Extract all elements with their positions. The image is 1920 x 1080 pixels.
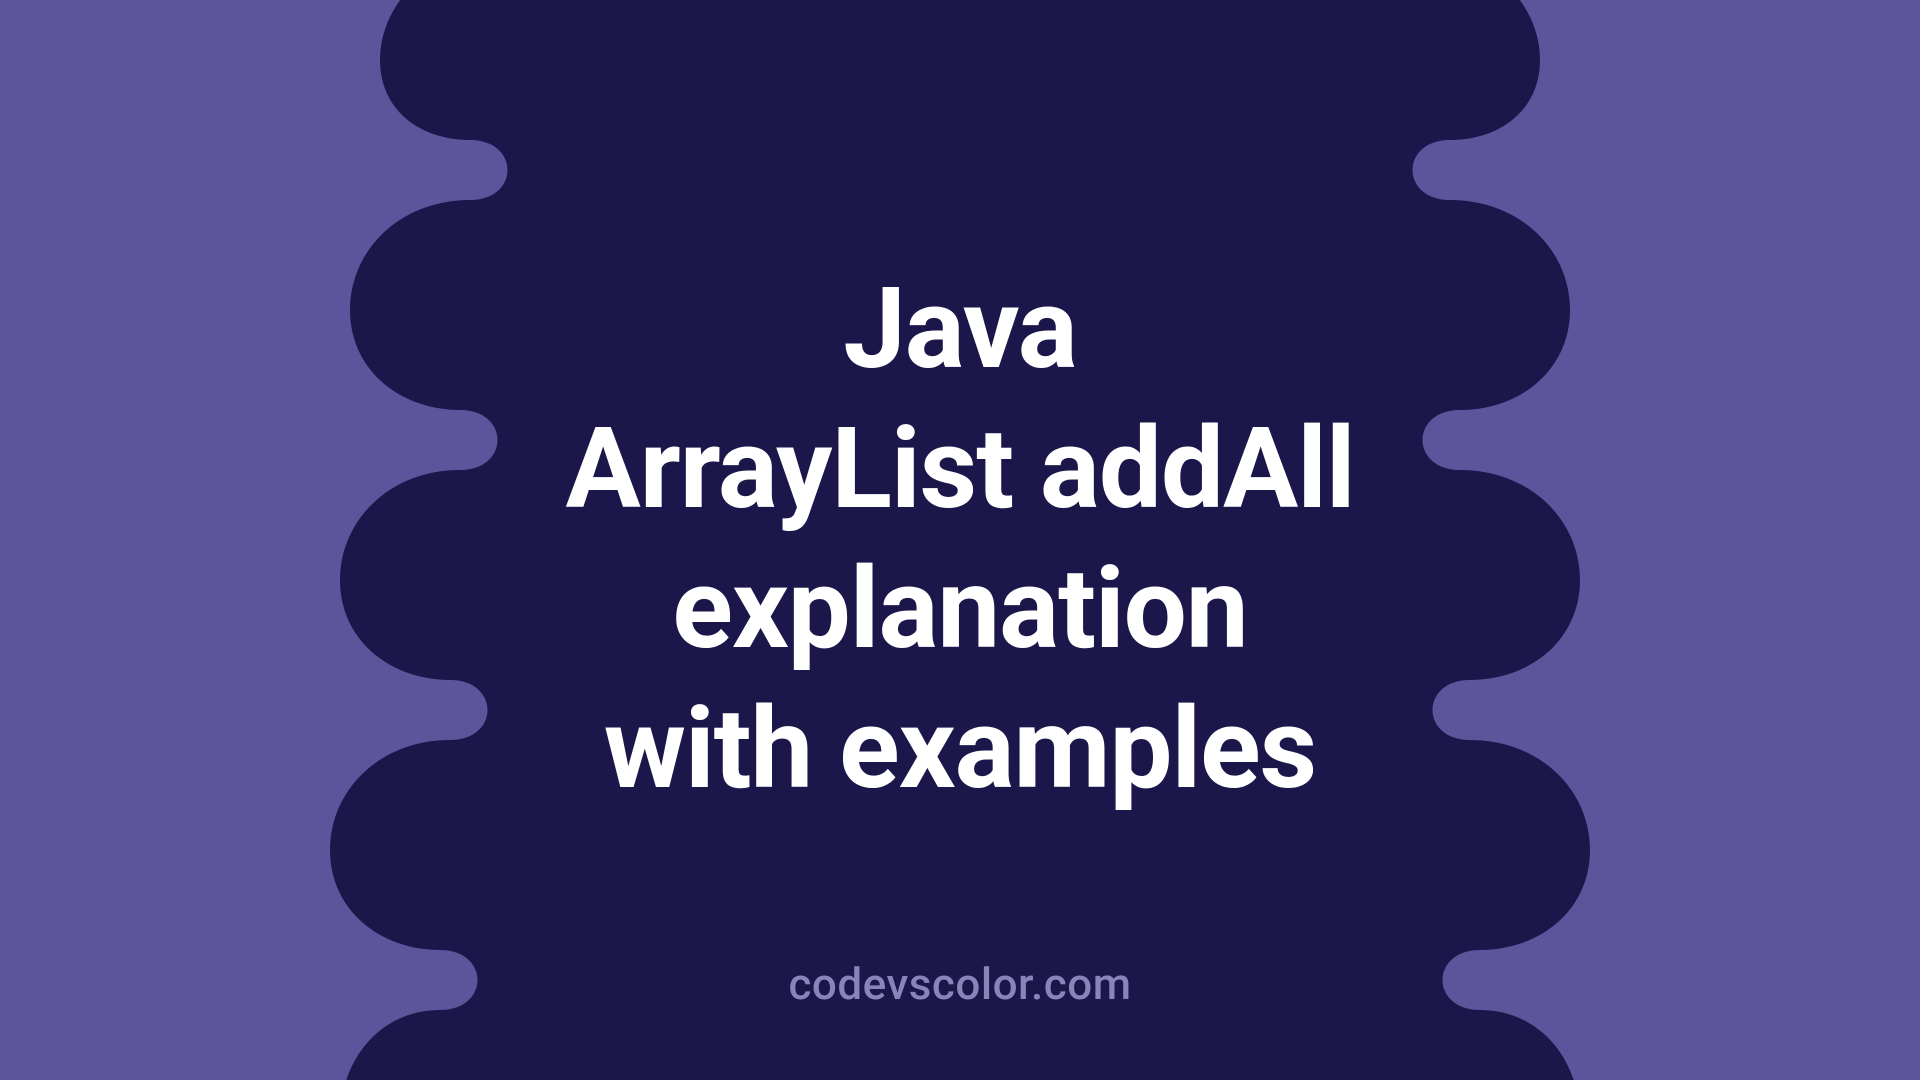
hero-title: Java ArrayList addAll explanation with e… <box>565 260 1354 820</box>
title-line-2: ArrayList addAll <box>565 400 1354 540</box>
title-line-1: Java <box>565 260 1354 400</box>
title-line-4: with examples <box>565 680 1354 820</box>
title-line-3: explanation <box>565 540 1354 680</box>
hero-content: Java ArrayList addAll explanation with e… <box>0 0 1920 1080</box>
site-watermark: codevscolor.com <box>0 958 1920 1010</box>
